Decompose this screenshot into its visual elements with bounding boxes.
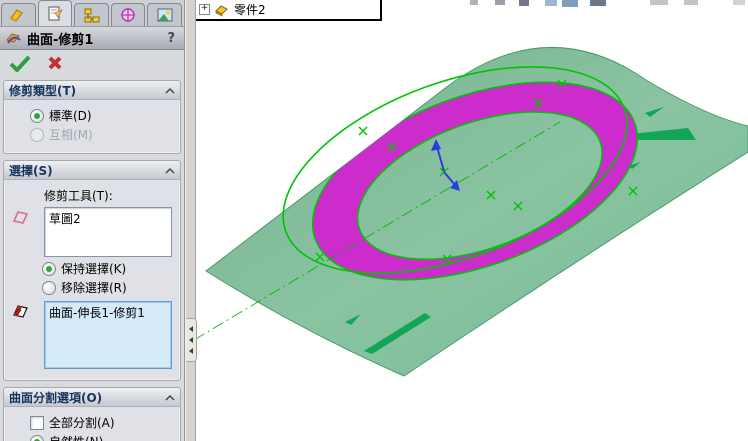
trim-tool-listbox[interactable]: 草圖2: [44, 207, 172, 257]
feature-tree-icon: [10, 9, 24, 22]
trim-tool-icon: [12, 211, 29, 224]
property-manager-icon: [48, 6, 63, 21]
display-manager-icon: [157, 8, 173, 22]
group-trim-type: 修剪類型(T) 標準(D) 互相(M): [3, 80, 181, 154]
confirmation-bar: [0, 50, 184, 76]
radio-standard[interactable]: [30, 109, 44, 123]
collapse-chevron-icon: [165, 168, 175, 174]
property-manager-panel: 曲面-修剪1 ? 修剪類型(T) 標準(D) 互相(M) 選擇(S) 修剪工具(…: [0, 0, 185, 441]
tab-configuration-manager[interactable]: [74, 3, 109, 26]
tab-dimxpert[interactable]: [110, 3, 146, 26]
collapse-arrow-icon: [189, 348, 193, 354]
list-item[interactable]: 草圖2: [49, 210, 167, 227]
group-header-label: 修剪類型(T): [9, 83, 77, 98]
tab-display-manager[interactable]: [147, 3, 182, 26]
group-header-selections[interactable]: 選擇(S): [4, 161, 180, 180]
radio-keep-selections[interactable]: [42, 262, 56, 276]
tree-root-label[interactable]: 零件2: [234, 1, 266, 18]
collapse-chevron-icon: [165, 395, 175, 401]
radio-mutual: [30, 128, 44, 142]
group-header-label: 曲面分割選項(O): [9, 390, 103, 405]
configuration-icon: [84, 8, 100, 22]
radio-remove-label[interactable]: 移除選擇(R): [61, 280, 127, 296]
group-selections: 選擇(S) 修剪工具(T): 草圖2 保持選擇(K) 移除選擇(R) 曲面-伸長…: [3, 160, 181, 381]
checkbox-split-all-label[interactable]: 全部分割(A): [49, 415, 115, 431]
panel-collapse-handle[interactable]: [186, 318, 197, 362]
panel-title: 曲面-修剪1: [27, 32, 94, 48]
list-item[interactable]: 曲面-伸長1-修剪1: [49, 304, 167, 321]
radio-remove-selections[interactable]: [42, 281, 56, 295]
radio-natural-label[interactable]: 自然性(N): [49, 434, 103, 441]
tree-expand-button[interactable]: +: [199, 4, 210, 15]
ok-button[interactable]: [8, 54, 32, 72]
trim-tool-label: 修剪工具(T):: [44, 189, 113, 203]
group-header-split-options[interactable]: 曲面分割選項(O): [4, 388, 180, 407]
graphics-viewport[interactable]: [196, 0, 748, 441]
panel-splitter[interactable]: [185, 0, 196, 441]
panel-title-bar: 曲面-修剪1 ?: [0, 27, 184, 50]
part-icon: [215, 5, 228, 17]
radio-natural[interactable]: [30, 435, 44, 441]
manager-tab-bar: [0, 0, 184, 27]
flyout-feature-tree: + 零件2: [196, 0, 382, 21]
group-header-trim-type[interactable]: 修剪類型(T): [4, 81, 180, 100]
collapse-chevron-icon: [165, 88, 175, 94]
group-header-label: 選擇(S): [9, 163, 53, 178]
app-window: + 零件2 曲面-修剪1 ? 修剪類型(T) 標準(D) 互相(M) 選擇(S)…: [0, 0, 748, 441]
tab-property-manager[interactable]: [37, 0, 73, 26]
collapse-arrow-icon: [189, 326, 193, 332]
pieces-listbox[interactable]: 曲面-伸長1-修剪1: [44, 301, 172, 369]
tab-feature-manager[interactable]: [1, 3, 36, 26]
checkbox-split-all[interactable]: [30, 416, 44, 430]
surface-trim-icon: [6, 33, 21, 44]
group-split-options: 曲面分割選項(O) 全部分割(A) 自然性(N): [3, 387, 181, 441]
help-button[interactable]: ?: [164, 31, 178, 46]
radio-keep-label[interactable]: 保持選擇(K): [61, 261, 126, 277]
collapse-arrow-icon: [189, 337, 193, 343]
dimxpert-target-icon: [121, 7, 136, 22]
radio-standard-label[interactable]: 標準(D): [49, 108, 92, 124]
radio-mutual-label: 互相(M): [49, 128, 93, 142]
cancel-button[interactable]: [46, 54, 64, 72]
pieces-to-keep-icon: [13, 305, 28, 318]
